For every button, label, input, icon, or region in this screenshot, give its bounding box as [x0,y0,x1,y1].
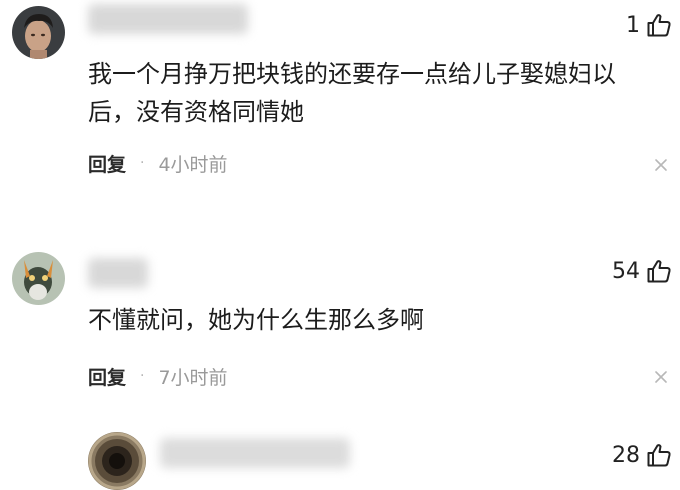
username-blurred[interactable] [160,438,350,468]
avatar-image [88,432,146,490]
thumbs-up-icon [647,444,671,467]
like-button[interactable]: 28 [612,440,672,470]
like-count: 28 [612,442,640,468]
avatar[interactable] [88,432,146,490]
comment-item: 28 [0,0,680,490]
